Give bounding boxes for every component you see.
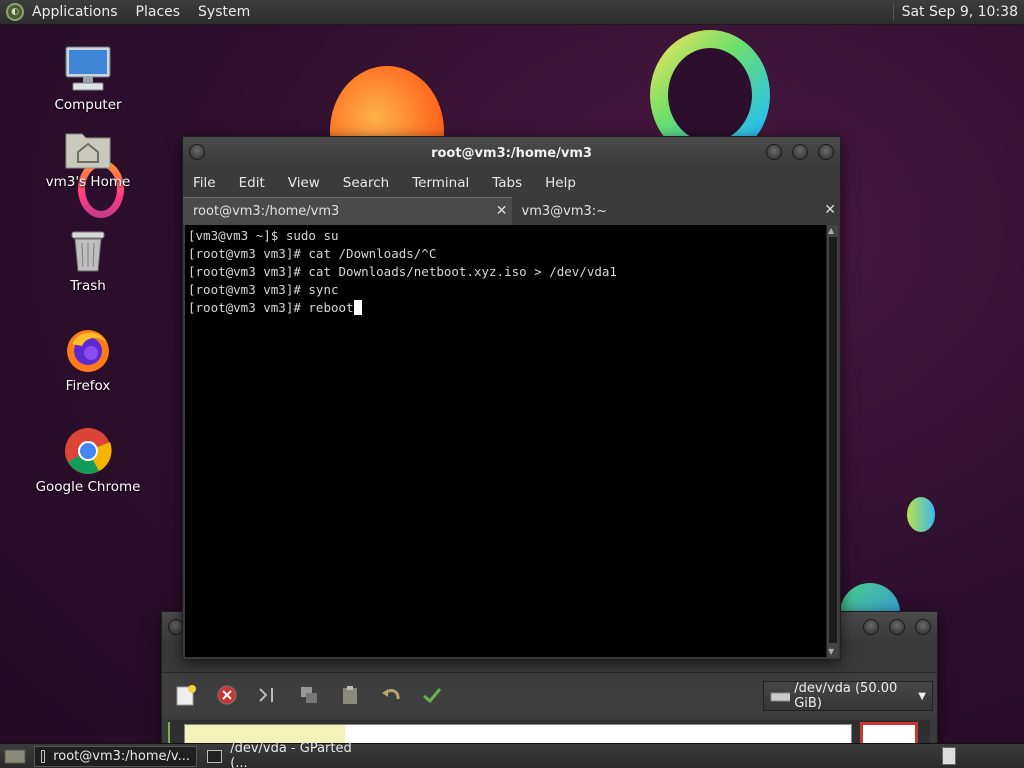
device-select-value: /dev/vda (50.00 GiB) — [794, 681, 898, 711]
menu-search[interactable]: Search — [343, 175, 389, 191]
show-desktop-icon[interactable] — [4, 747, 26, 765]
trash-icon — [71, 231, 105, 272]
tab-close-icon[interactable]: ✕ — [824, 202, 836, 218]
tab-vm3[interactable]: vm3@vm3:~ ✕ — [511, 197, 840, 225]
terminal-line: [root@vm3 vm3]# cat /Downloads/^C — [188, 246, 437, 261]
taskbar-item-terminal[interactable]: root@vm3:/home/v... — [34, 745, 197, 767]
terminal-line: [root@vm3 vm3]# sync — [188, 282, 339, 297]
desktop-icon-label: Computer — [54, 97, 122, 113]
desktop-icon-firefox[interactable]: Firefox — [33, 326, 143, 394]
tab-close-icon[interactable]: ✕ — [496, 203, 508, 219]
taskbar-item-label: /dev/vda - GParted (... — [230, 741, 352, 768]
terminal-line: [root@vm3 vm3]# cat Downloads/netboot.xy… — [188, 264, 617, 279]
scrollbar-thumb[interactable] — [829, 237, 837, 643]
desktop-icon-chrome[interactable]: Google Chrome — [33, 427, 143, 495]
apply-button[interactable] — [418, 681, 446, 709]
terminal-window: root@vm3:/home/vm3 File Edit View Search… — [182, 136, 841, 660]
close-icon[interactable] — [818, 144, 834, 160]
tab-label: root@vm3:/home/vm3 — [193, 204, 340, 219]
paste-button[interactable] — [336, 681, 364, 709]
scroll-up-icon[interactable]: ▲ — [828, 226, 834, 235]
minimize-icon[interactable] — [766, 144, 782, 160]
terminal-titlebar[interactable]: root@vm3:/home/vm3 — [183, 137, 840, 169]
gparted-toolbar: /dev/vda (50.00 GiB) ▼ — [162, 672, 937, 717]
tab-root[interactable]: root@vm3:/home/vm3 ✕ — [183, 197, 512, 225]
desktop-icon-label: vm3's Home — [45, 174, 131, 190]
desktop-icon-label: Google Chrome — [35, 479, 141, 495]
resize-move-icon — [259, 688, 273, 702]
terminal-line: [vm3@vm3 ~]$ sudo su — [188, 228, 339, 243]
window-menu-icon[interactable] — [189, 144, 205, 160]
taskbar-item-gparted[interactable]: /dev/vda - GParted (... — [201, 741, 371, 768]
checkmark-icon — [423, 688, 442, 704]
bottom-taskbar: root@vm3:/home/v... /dev/vda - GParted (… — [0, 741, 1024, 768]
desktop-icon-trash[interactable]: Trash — [33, 228, 143, 294]
maximize-icon[interactable] — [792, 144, 808, 160]
copy-button[interactable] — [295, 681, 323, 709]
menu-places[interactable]: Places — [136, 4, 181, 20]
applications-logo-icon[interactable]: ◐ — [6, 3, 24, 21]
menu-help[interactable]: Help — [545, 175, 576, 191]
panel-separator — [892, 3, 894, 21]
terminal-menubar: File Edit View Search Terminal Tabs Help — [183, 169, 840, 197]
tab-label: vm3@vm3:~ — [521, 203, 608, 219]
desktop-icon-label: Trash — [70, 278, 106, 294]
new-partition-icon — [176, 685, 196, 706]
desktop-icon-computer[interactable]: Computer — [33, 45, 143, 113]
wallpaper-dot — [907, 497, 935, 532]
disk-icon — [770, 692, 791, 702]
top-panel: ◐ Applications Places System Sat Sep 9, … — [0, 0, 1024, 25]
menu-system[interactable]: System — [198, 4, 250, 20]
terminal-tabs: root@vm3:/home/vm3 ✕ vm3@vm3:~ ✕ — [183, 197, 840, 225]
terminal-output[interactable]: [vm3@vm3 ~]$ sudo su [root@vm3 vm3]# cat … — [185, 225, 828, 657]
clock[interactable]: Sat Sep 9, 10:38 — [902, 4, 1018, 20]
paste-icon — [343, 686, 357, 704]
desktop-icon-label: Firefox — [65, 378, 111, 394]
terminal-scrollbar[interactable]: ▲ ▼ — [826, 225, 838, 657]
copy-icon — [301, 687, 317, 703]
trash-applet-icon[interactable] — [942, 747, 956, 765]
terminal-icon — [41, 749, 46, 763]
delete-icon — [217, 685, 237, 705]
delete-partition-button[interactable] — [213, 681, 241, 709]
terminal-prompt-line: [root@vm3 vm3]# reboot — [188, 299, 825, 317]
chrome-icon — [65, 428, 112, 474]
taskbar-item-label: root@vm3:/home/v... — [53, 748, 190, 764]
menu-terminal[interactable]: Terminal — [412, 175, 469, 191]
resize-move-button[interactable] — [254, 681, 282, 709]
undo-button[interactable] — [377, 681, 405, 709]
menu-applications[interactable]: Applications — [32, 4, 118, 20]
close-icon[interactable] — [915, 619, 931, 635]
desktop-icon-home[interactable]: vm3's Home — [33, 128, 143, 190]
chevron-down-icon: ▼ — [918, 690, 926, 702]
menu-tabs[interactable]: Tabs — [492, 175, 522, 191]
menu-edit[interactable]: Edit — [239, 175, 265, 191]
text-cursor — [353, 300, 362, 315]
menu-file[interactable]: File — [193, 175, 216, 191]
menu-view[interactable]: View — [288, 175, 320, 191]
undo-icon — [382, 689, 400, 700]
scroll-down-icon[interactable]: ▼ — [828, 647, 834, 656]
maximize-icon[interactable] — [889, 619, 905, 635]
gparted-icon — [207, 749, 223, 763]
device-select[interactable]: /dev/vda (50.00 GiB) ▼ — [763, 681, 933, 711]
home-folder-icon — [65, 133, 111, 169]
window-title: root@vm3:/home/vm3 — [431, 145, 592, 161]
new-partition-button[interactable] — [172, 681, 200, 709]
computer-icon — [65, 46, 111, 91]
minimize-icon[interactable] — [863, 619, 879, 635]
firefox-icon — [67, 330, 109, 372]
terminal-line: [root@vm3 vm3]# reboot — [188, 300, 354, 315]
